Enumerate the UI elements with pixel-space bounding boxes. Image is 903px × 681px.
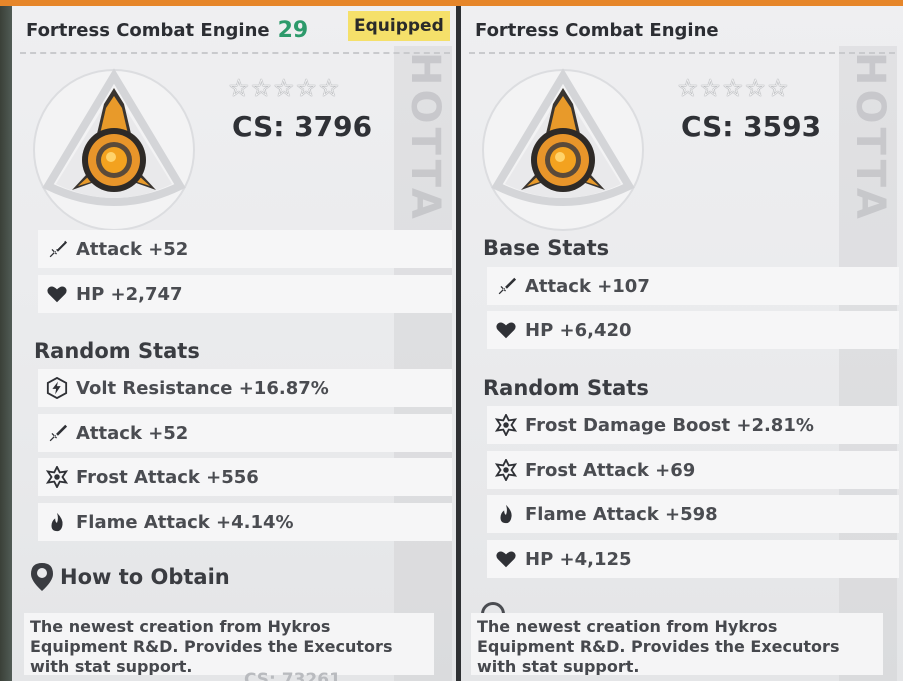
equipment-card-compare[interactable]: HOTTA Fortress Combat Engine ☆ ☆ ☆ ☆ ☆ C…	[461, 6, 903, 681]
stat-label: Frost Attack +556	[76, 466, 259, 488]
base-stat-row: HP +2,747	[38, 275, 452, 313]
item-description: The newest creation from Hykros Equipmen…	[471, 613, 883, 675]
sword-icon	[498, 277, 517, 295]
stat-label: Flame Attack +598	[525, 503, 718, 525]
equipped-badge: Equipped	[348, 11, 450, 41]
star-icon: ☆	[767, 74, 789, 102]
random-stat-row: Frost Attack +556	[38, 458, 452, 496]
star-icon: ☆	[722, 74, 744, 102]
stat-label: Volt Resistance +16.87%	[76, 377, 329, 399]
stat-label: Attack +52	[76, 422, 189, 444]
equipment-emblem-icon	[33, 68, 195, 231]
star-icon: ☆	[318, 74, 340, 102]
frost-icon	[495, 414, 517, 436]
star-icon: ☆	[273, 74, 295, 102]
frost-icon	[46, 466, 68, 488]
random-stats-heading: Random Stats	[34, 339, 200, 363]
faded-text: CS: 73261	[244, 670, 341, 681]
star-icon: ☆	[250, 74, 273, 102]
watermark: HOTTA	[839, 46, 897, 681]
heart-icon	[496, 322, 516, 339]
star-rating: ☆ ☆ ☆ ☆ ☆	[677, 76, 789, 100]
star-icon: ☆	[677, 74, 699, 102]
card-header: Fortress Combat Engine 29	[26, 12, 308, 48]
random-stat-row: HP +4,125	[487, 540, 899, 578]
random-stats-heading: Random Stats	[483, 376, 649, 400]
watermark: HOTTA	[394, 46, 452, 681]
base-stat-row: Attack +107	[487, 267, 899, 305]
flame-icon	[51, 512, 63, 532]
random-stat-row: Attack +52	[38, 414, 452, 452]
star-icon: ☆	[699, 74, 722, 102]
stat-label: Flame Attack +4.14%	[76, 511, 294, 533]
combat-score: CS: 3593	[681, 110, 822, 143]
heart-icon	[496, 551, 516, 568]
stat-label: Attack +52	[76, 238, 189, 260]
heart-icon	[47, 286, 67, 303]
star-icon: ☆	[295, 74, 318, 102]
card-header: Fortress Combat Engine	[475, 12, 719, 48]
map-pin-icon	[31, 563, 53, 591]
combat-score: CS: 3796	[232, 110, 373, 143]
star-rating: ☆ ☆ ☆ ☆ ☆	[228, 76, 340, 100]
random-stat-row: Flame Attack +4.14%	[38, 503, 452, 541]
base-stats-heading: Base Stats	[483, 236, 610, 260]
base-stat-row: Attack +52	[38, 230, 452, 268]
equipment-emblem-icon	[482, 68, 644, 231]
random-stat-row: Volt Resistance +16.87%	[38, 369, 452, 407]
item-title: Fortress Combat Engine	[475, 19, 719, 41]
stat-label: Frost Damage Boost +2.81%	[525, 414, 814, 436]
how-to-obtain-label: How to Obtain	[60, 565, 230, 589]
item-title: Fortress Combat Engine	[26, 19, 270, 41]
header-divider	[20, 52, 450, 54]
header-divider	[469, 52, 895, 54]
item-description: The newest creation from Hykros Equipmen…	[24, 613, 434, 675]
stat-label: Frost Attack +69	[525, 459, 696, 481]
item-level: 29	[277, 17, 309, 43]
sword-icon	[49, 424, 68, 442]
random-stat-row: Frost Attack +69	[487, 451, 899, 489]
random-stat-row: Flame Attack +598	[487, 495, 899, 533]
sword-icon	[49, 240, 68, 258]
volt-icon	[46, 377, 68, 399]
base-stat-row: HP +6,420	[487, 311, 899, 349]
stat-label: HP +6,420	[525, 319, 632, 341]
stat-label: HP +4,125	[525, 548, 632, 570]
flame-icon	[500, 504, 512, 524]
random-stat-row: Frost Damage Boost +2.81%	[487, 406, 899, 444]
equipment-card-equipped[interactable]: HOTTA Fortress Combat Engine 29 Equipped…	[12, 6, 458, 681]
stat-label: Attack +107	[525, 275, 650, 297]
how-to-obtain[interactable]: How to Obtain	[30, 562, 230, 592]
star-icon: ☆	[744, 74, 767, 102]
star-icon: ☆	[228, 74, 250, 102]
stat-label: HP +2,747	[76, 283, 183, 305]
frost-icon	[495, 459, 517, 481]
